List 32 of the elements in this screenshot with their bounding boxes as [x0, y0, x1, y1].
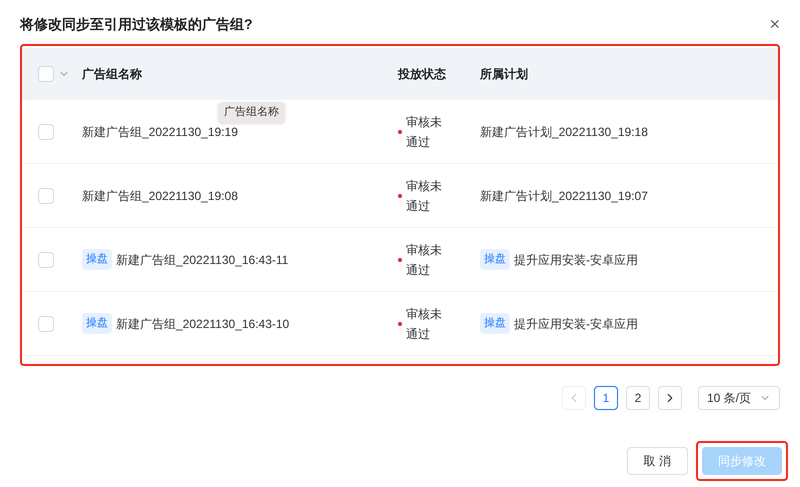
column-header: 所属计划	[479, 66, 528, 83]
checkbox[interactable]	[38, 124, 54, 140]
table-cell-text: 新建广告组_20221130_16:43-10	[116, 316, 290, 332]
table-cell-text: 审核未通过	[406, 114, 443, 150]
table-cell-text: 审核未通过	[406, 306, 443, 342]
table-cell-text: 审核未通过	[406, 178, 443, 214]
checkbox[interactable]	[38, 188, 54, 204]
dialog-title: 将修改同步至引用过该模板的广告组?	[20, 14, 253, 34]
column-header: 投放状态	[396, 66, 446, 83]
next-page-button[interactable]	[658, 386, 682, 410]
table-cell-text: 提升应用安装-安卓应用	[514, 316, 638, 332]
tag: 操盘	[82, 313, 112, 334]
table-cell-text: 新建广告组_20221130_19:08	[82, 188, 238, 204]
page-button[interactable]: 2	[626, 386, 650, 410]
dialog-button[interactable]: 取 消	[626, 447, 688, 475]
table-cell-text: 新建广告计划_20221130_19:07	[480, 188, 648, 204]
table-cell-text: 新建广告组_20221130_19:19	[82, 124, 238, 140]
table-cell-text: 提升应用安装-安卓应用	[514, 252, 638, 268]
column-header: 广告组名称	[81, 66, 142, 83]
tag: 操盘	[82, 249, 112, 270]
close-button[interactable]: ×	[769, 15, 780, 33]
tag: 操盘	[480, 313, 510, 334]
checkbox[interactable]	[38, 66, 54, 82]
checkbox[interactable]	[38, 252, 54, 268]
tag: 操盘	[480, 249, 510, 270]
checkbox[interactable]	[38, 316, 54, 332]
table-cell-text: 审核未通过	[406, 242, 443, 278]
page-button[interactable]: 1	[594, 386, 618, 410]
page-size-select[interactable]: 10 条/页	[698, 386, 780, 410]
table-cell-text: 新建广告计划_20221130_19:18	[480, 124, 648, 140]
tooltip: 广告组名称	[218, 102, 285, 122]
table-cell-text: 新建广告组_20221130_16:43-11	[116, 252, 288, 268]
